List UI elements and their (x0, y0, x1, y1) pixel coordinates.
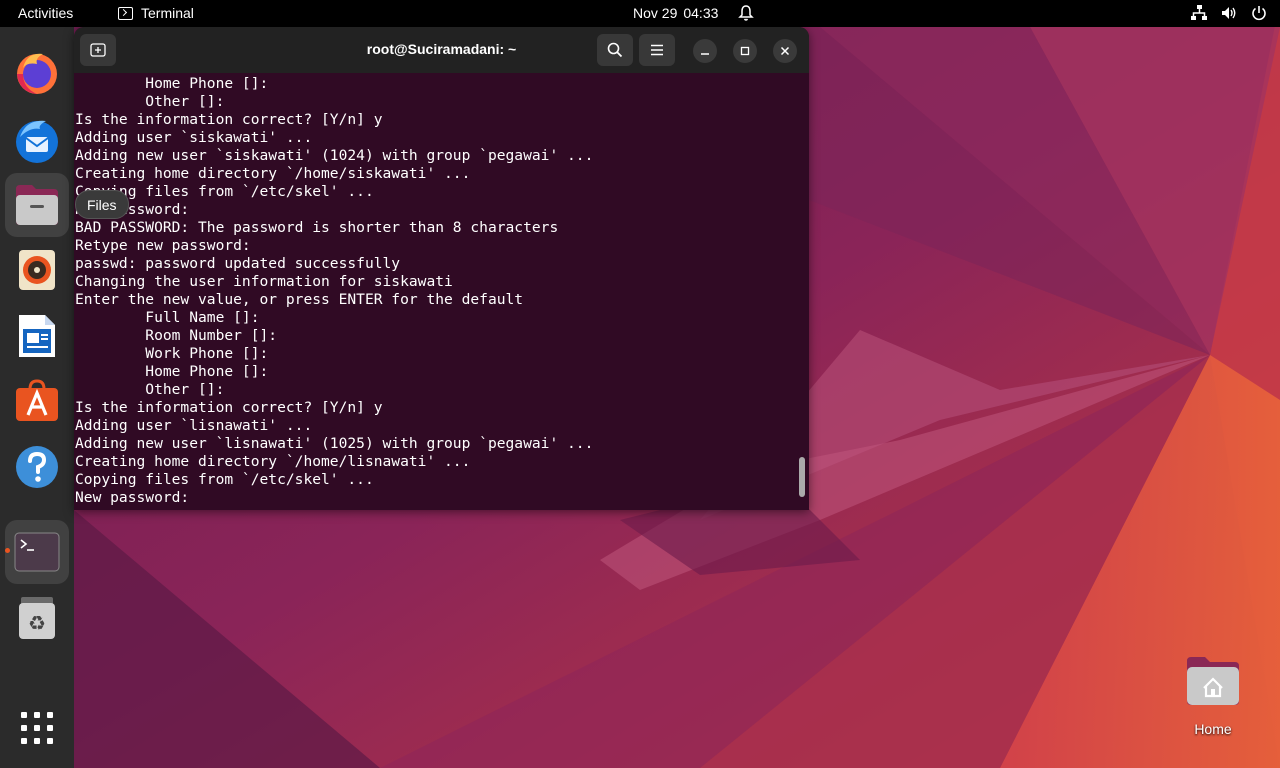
terminal-icon (14, 532, 60, 572)
terminal-line: Changing the user information for siskaw… (75, 273, 453, 290)
top-bar: Activities Terminal Nov 29 04:33 (0, 0, 1280, 27)
terminal-window[interactable]: root@Suciramadani: ~ Home Phone []: Othe… (74, 27, 809, 510)
terminal-line: Copying files from `/etc/skel' ... (75, 471, 374, 488)
dock-writer[interactable] (5, 304, 69, 368)
minimize-button[interactable] (693, 39, 717, 63)
running-indicator (5, 548, 10, 553)
dock-rhythmbox[interactable] (5, 238, 69, 302)
power-icon (1250, 4, 1268, 22)
home-folder-icon (1187, 657, 1239, 705)
document-icon (19, 315, 55, 357)
terminal-line: Full Name []: (75, 309, 260, 326)
bell-icon[interactable] (738, 4, 754, 22)
terminal-line: Adding new user `siskawati' (1024) with … (75, 147, 594, 164)
maximize-icon (740, 46, 750, 56)
dock-terminal[interactable] (5, 520, 69, 584)
close-icon (780, 46, 790, 56)
terminal-line: Work Phone []: (75, 345, 269, 362)
terminal-line: Home Phone []: (75, 363, 269, 380)
terminal-line: Copying files from `/etc/skel' ... (75, 183, 374, 200)
terminal-line: New password: (75, 201, 190, 218)
desktop-home-icon[interactable]: Home (1180, 655, 1246, 737)
network-icon (1190, 4, 1208, 22)
minimize-icon (701, 53, 709, 55)
show-apps-button[interactable] (5, 696, 69, 760)
app-menu-label: Terminal (141, 5, 194, 21)
clock-date: Nov 29 (633, 5, 678, 21)
desktop-home-label: Home (1194, 721, 1232, 737)
firefox-icon (17, 53, 57, 94)
dock-files[interactable] (5, 173, 69, 237)
terminal-line: Home Phone []: (75, 75, 269, 92)
system-tray[interactable] (1190, 4, 1268, 22)
hamburger-icon (651, 44, 663, 56)
terminal-line: Enter the new value, or press ENTER for … (75, 291, 524, 308)
terminal-line: Other []: (75, 381, 225, 398)
dock: ♻ (0, 27, 74, 768)
dock-app-center[interactable] (5, 369, 69, 433)
terminal-line: passwd: password updated successfully (75, 255, 401, 272)
terminal-icon (118, 6, 133, 20)
svg-text:♻: ♻ (28, 611, 46, 635)
dock-trash[interactable]: ♻ (5, 586, 69, 650)
search-button[interactable] (597, 34, 633, 66)
dock-tooltip: Files (75, 190, 129, 219)
speaker-icon (19, 250, 55, 290)
help-icon (16, 446, 58, 488)
dock-thunderbird[interactable] (5, 108, 69, 172)
terminal-line: Is the information correct? [Y/n] y (75, 111, 383, 128)
terminal-headerbar[interactable]: root@Suciramadani: ~ (74, 27, 809, 73)
terminal-line: BAD PASSWORD: The password is shorter th… (75, 219, 559, 236)
terminal-line: Other []: (75, 93, 225, 110)
close-button[interactable] (773, 39, 797, 63)
trash-icon: ♻ (19, 597, 55, 639)
app-store-icon (16, 379, 58, 421)
dock-help[interactable] (5, 435, 69, 499)
terminal-line: Adding new user `lisnawati' (1025) with … (75, 435, 594, 452)
app-menu[interactable]: Terminal (118, 5, 194, 21)
thunderbird-icon (16, 120, 58, 163)
terminal-line: Is the information correct? [Y/n] y (75, 399, 383, 416)
terminal-line: New password: (75, 489, 190, 506)
volume-icon (1220, 4, 1238, 22)
search-icon (607, 42, 623, 58)
terminal-line: Creating home directory `/home/lisnawati… (75, 453, 471, 470)
folder-icon (16, 185, 58, 225)
terminal-output[interactable]: Home Phone []: Other []: Is the informati… (74, 73, 798, 510)
activities-button[interactable]: Activities (18, 5, 73, 21)
scrollbar[interactable] (799, 457, 805, 497)
terminal-line: Adding user `lisnawati' ... (75, 417, 313, 434)
terminal-line: Adding user `siskawati' ... (75, 129, 313, 146)
terminal-line: Retype new password: (75, 237, 251, 254)
menu-button[interactable] (639, 34, 675, 66)
dock-firefox[interactable] (5, 40, 69, 104)
clock-time: 04:33 (683, 5, 719, 21)
clock[interactable]: Nov 29 04:33 (633, 5, 718, 21)
terminal-line: Creating home directory `/home/siskawati… (75, 165, 471, 182)
terminal-line: Room Number []: (75, 327, 278, 344)
grid-icon (21, 712, 53, 744)
maximize-button[interactable] (733, 39, 757, 63)
